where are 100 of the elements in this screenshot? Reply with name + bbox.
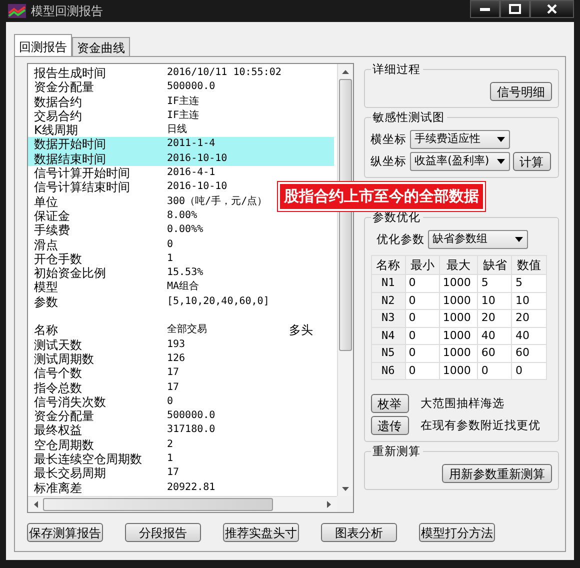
report-label: 测试周期数 xyxy=(34,352,95,366)
column-header: 名称 xyxy=(371,256,406,274)
table-cell[interactable]: 1000 xyxy=(439,274,478,292)
window-title: 模型回测报告 xyxy=(31,3,103,20)
table-cell[interactable]: 1000 xyxy=(439,327,478,344)
report-label: 初始资金比例 xyxy=(34,266,107,280)
report-label: 开仓手数 xyxy=(34,252,83,266)
report-value: 2016-10-10 xyxy=(167,180,228,194)
report-label: 滑点 xyxy=(34,238,58,252)
report-value: 0.00%% xyxy=(167,223,204,238)
close-button[interactable] xyxy=(530,0,574,18)
signal-detail-button[interactable]: 信号明细 xyxy=(490,82,552,101)
action-button[interactable]: 保存测算报告 xyxy=(27,523,103,542)
row-header: N3 xyxy=(371,310,406,327)
table-cell[interactable]: 1000 xyxy=(439,362,478,380)
table-cell[interactable]: 40 xyxy=(512,327,546,344)
report-value: 15.53% xyxy=(167,266,204,280)
up-arrow-icon[interactable] xyxy=(342,70,349,74)
down-arrow-icon[interactable] xyxy=(342,486,349,490)
dropdown[interactable]: 收益率(盈利率) xyxy=(410,152,510,171)
table-cell[interactable]: 0 xyxy=(405,310,440,327)
report-value: 17 xyxy=(167,366,180,380)
table-cell[interactable]: 40 xyxy=(478,327,512,344)
report-label: 空仓周期数 xyxy=(34,438,95,452)
report-value: 日线 xyxy=(167,123,188,138)
column-header: 数值 xyxy=(512,256,546,274)
report-label: 最长连续空仓周期数 xyxy=(34,452,143,466)
minimize-icon xyxy=(480,7,490,11)
column-header: 最小 xyxy=(405,256,440,274)
report-value: 2016/10/11 10:55:02 xyxy=(167,66,282,80)
action-button[interactable]: 推荐实盘头寸 xyxy=(223,523,299,542)
row-header: N2 xyxy=(371,292,406,310)
tab[interactable]: 回测报告 xyxy=(14,34,72,56)
table-cell[interactable]: 5 xyxy=(478,274,512,292)
report-label: 信号个数 xyxy=(34,366,83,381)
method-button[interactable]: 枚举 xyxy=(370,394,409,413)
report-label: 模型 xyxy=(34,280,59,295)
table-cell[interactable]: 0 xyxy=(405,344,440,362)
report-label: 资金分配量 xyxy=(34,409,95,424)
report-label: 数据合约 xyxy=(34,94,83,109)
table-cell[interactable]: 0 xyxy=(405,362,440,380)
table-cell[interactable]: 20 xyxy=(478,310,512,327)
maximize-button[interactable] xyxy=(500,0,530,18)
report-label: 数据开始时间 xyxy=(34,137,107,152)
table-cell[interactable]: 1000 xyxy=(439,344,478,362)
param-label: 优化参数 xyxy=(376,230,425,248)
left-arrow-icon[interactable] xyxy=(34,501,38,508)
recalculate-button[interactable]: 用新参数重新测算 xyxy=(442,464,552,483)
report-value: 0 xyxy=(167,238,174,252)
report-value: 2016-10-10 xyxy=(167,152,228,166)
table-cell[interactable]: 1000 xyxy=(439,310,478,327)
report-value: 300（吨/手，元/点） xyxy=(167,194,268,209)
maximize-icon xyxy=(509,4,521,14)
report-value: 500000.0 xyxy=(167,409,216,424)
report-label: 交易合约 xyxy=(34,108,83,124)
report-label: 最长交易周期 xyxy=(34,466,107,481)
method-description: 在现有参数附近找更优 xyxy=(420,416,541,434)
report-value: 17 xyxy=(167,380,180,395)
right-arrow-icon[interactable] xyxy=(327,501,332,508)
app-logo-icon xyxy=(8,4,26,18)
report-label: 手续费 xyxy=(34,223,71,238)
action-button[interactable]: 模型打分方法 xyxy=(419,523,495,542)
table-cell[interactable]: 0 xyxy=(405,274,440,292)
table-cell[interactable]: 0 xyxy=(512,362,546,380)
tab[interactable]: 资金曲线 xyxy=(72,37,130,56)
axis-label: 纵坐标 xyxy=(370,152,407,170)
table-cell[interactable]: 1000 xyxy=(439,292,478,310)
column-header: 最大 xyxy=(439,256,478,274)
table-cell[interactable]: 0 xyxy=(405,292,440,310)
horizontal-scrollbar[interactable] xyxy=(28,496,337,512)
report-value: 17 xyxy=(167,466,180,480)
report-label: 测试天数 xyxy=(34,338,83,352)
report-value: 全部交易 xyxy=(167,323,208,338)
table-cell[interactable]: 60 xyxy=(512,344,546,362)
table-cell[interactable]: 10 xyxy=(478,292,512,310)
table-cell[interactable]: 0 xyxy=(405,327,440,344)
report-value: IF主连 xyxy=(167,108,200,123)
row-header: N5 xyxy=(371,344,406,362)
table-cell[interactable]: 0 xyxy=(478,362,512,380)
report-value: 1 xyxy=(167,252,174,266)
report-label: 保证金 xyxy=(34,208,71,224)
report-label: 标准离差 xyxy=(34,480,83,495)
table-cell[interactable]: 10 xyxy=(512,292,546,310)
report-label: 参数 xyxy=(34,294,59,310)
report-label: 最终权益 xyxy=(34,423,83,438)
dropdown[interactable]: 缺省参数组 xyxy=(428,230,528,249)
report-value: MA组合 xyxy=(167,280,200,294)
method-button[interactable]: 遗传 xyxy=(370,416,409,435)
minimize-button[interactable] xyxy=(470,0,500,18)
calculate-button[interactable]: 计算 xyxy=(512,152,551,171)
dropdown[interactable]: 手续费适应性 xyxy=(410,130,510,149)
action-button[interactable]: 分段报告 xyxy=(125,523,201,542)
report-label: 数据结束时间 xyxy=(34,152,107,166)
table-cell[interactable]: 5 xyxy=(512,274,546,292)
close-icon xyxy=(547,4,557,14)
report-value: 2011-1-4 xyxy=(167,137,216,152)
table-cell[interactable]: 60 xyxy=(478,344,512,362)
report-value: 20922.81 xyxy=(167,480,216,495)
table-cell[interactable]: 20 xyxy=(512,310,546,327)
action-button[interactable]: 图表分析 xyxy=(321,523,397,542)
